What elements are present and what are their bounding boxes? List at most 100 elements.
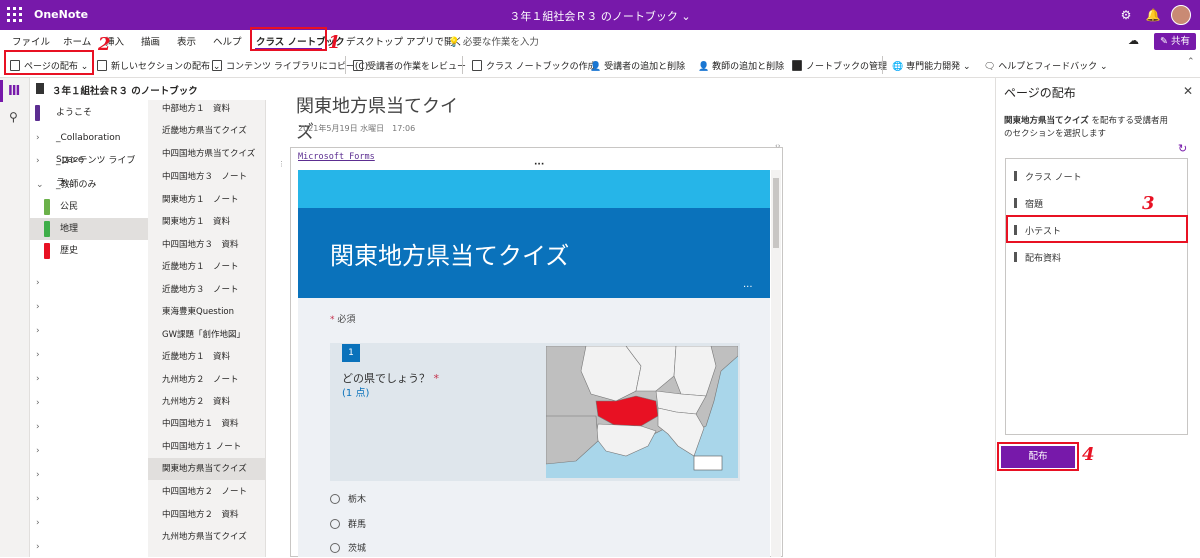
settings-gear-icon[interactable]: ⚙ [1118,7,1134,23]
section-item[interactable]: ⌄ _教師のみ [30,174,148,196]
page-item[interactable]: 中四国地方３ 資料 [148,234,266,256]
page-item[interactable]: 九州地方県当てクイズ [148,526,266,548]
page-item[interactable]: 東海豊東Question [148,301,266,323]
page-title[interactable]: 関東地方県当てクイズ [296,92,468,149]
tab-view[interactable]: 表示 [177,34,196,48]
forms-link[interactable]: Microsoft Forms [298,152,375,162]
help-feedback-button[interactable]: 🗨 ヘルプとフィードバック ⌄ [984,59,1108,72]
tell-me-box[interactable]: 💡 必要な作業を入力 [448,34,539,48]
chevron-right-icon[interactable]: › [36,488,40,510]
section-group[interactable]: › [30,464,148,486]
section-option[interactable]: 配布資料 [1014,251,1061,264]
tab-help[interactable]: ヘルプ [213,34,242,48]
section-group[interactable]: › [30,296,148,318]
chevron-right-icon[interactable]: › [36,368,40,390]
section-item[interactable]: 歴史 [30,240,148,262]
form-more-icon[interactable]: ··· [743,282,753,293]
section-group[interactable]: › [30,440,148,462]
page-item[interactable]: 関東地方１ 資料 [148,211,266,233]
section-group[interactable]: › [30,320,148,342]
notebook-header[interactable]: ３年１組社会Ｒ３ のノートブック ⌄ [30,78,266,100]
section-group[interactable]: › [30,536,148,558]
section-item[interactable]: 公民 [30,196,148,218]
chevron-right-icon[interactable]: › [36,272,40,294]
chevron-right-icon[interactable]: › [36,150,40,172]
close-icon[interactable]: ✕ [1183,84,1193,98]
search-icon[interactable]: ⚲ [9,110,18,124]
chevron-right-icon[interactable]: › [36,320,40,342]
chevron-right-icon[interactable]: › [36,344,40,366]
refresh-icon[interactable]: ↻ [1178,142,1187,155]
expand-icon[interactable]: ‹› [775,142,781,150]
section-group[interactable]: › [30,272,148,294]
page-item[interactable]: GW課題「創作地図」 [148,324,266,346]
section-item[interactable]: › _コンテンツ ライブラ... [30,150,148,188]
container-handle-icon[interactable]: ⋮ [278,160,285,168]
section-label: 公民 [60,202,79,212]
tab-home[interactable]: ホーム [63,34,91,48]
manage-notebooks-button[interactable]: ノートブックの管理 [792,59,887,72]
section-group[interactable]: › [30,368,148,390]
chevron-right-icon[interactable]: › [36,440,40,462]
notebook-title[interactable]: ３年１組社会Ｒ３ のノートブック ⌄ [0,8,1200,24]
chevron-right-icon[interactable]: › [36,392,40,414]
section-item[interactable]: ようこそ [30,102,148,124]
add-remove-students-button[interactable]: 👤 受講者の追加と削除 [590,59,685,72]
page-item[interactable]: 九州地方２ 資料 [148,391,266,413]
section-item-selected[interactable]: 地理 [30,218,148,240]
chevron-right-icon[interactable]: › [36,512,40,534]
page-item[interactable]: 近畿地方１ 資料 [148,346,266,368]
page-item[interactable]: 中四国地方２ 資料 [148,504,266,526]
section-group[interactable]: › [30,488,148,510]
answer-option[interactable]: 茨城 [330,541,366,554]
add-remove-teachers-button[interactable]: 👤 教師の追加と削除 [698,59,784,72]
collapse-ribbon-icon[interactable]: ⌃ [1187,57,1195,67]
section-option[interactable]: 宿題 [1014,197,1043,210]
notification-bell-icon[interactable]: 🔔 [1145,7,1161,23]
page-item-selected[interactable]: 関東地方県当てクイズ [148,458,266,480]
professional-development-button[interactable]: 🌐 専門能力開発 ⌄ [892,59,971,72]
page-item[interactable]: 中四国地方１ 資料 [148,413,266,435]
share-button[interactable]: ✎ 共有 [1154,33,1196,50]
radio-button[interactable] [330,494,340,504]
notebooks-icon[interactable]: Ⅲ [8,84,20,99]
radio-button[interactable] [330,519,340,529]
cloud-icon[interactable]: ☁ [1128,34,1139,47]
divider [882,56,883,74]
section-group[interactable]: › [30,512,148,534]
section-item[interactable]: › _Collaboration Space [30,127,148,165]
chevron-right-icon[interactable]: › [36,464,40,486]
distribute-section-button[interactable]: 新しいセクションの配布 ⌄ [97,59,220,72]
page-item[interactable]: 中部地方１ 資料 [148,98,266,120]
page-item[interactable]: 中四国地方２ ノート [148,481,266,503]
more-options-icon[interactable]: ··· [534,160,544,170]
page-item[interactable]: 近畿地方３ ノート [148,279,266,301]
chevron-right-icon[interactable]: › [36,296,40,318]
avatar[interactable] [1171,5,1191,25]
page-item[interactable]: 近畿地方１ ノート [148,256,266,278]
chevron-down-icon[interactable]: ⌄ [36,174,44,196]
page-item[interactable]: 九州地方２ ノート [148,369,266,391]
chevron-right-icon[interactable]: › [36,536,40,558]
page-item[interactable]: 関東地方１ ノート [148,189,266,211]
chevron-right-icon[interactable]: › [36,127,40,149]
tab-file[interactable]: ファイル [12,34,50,48]
create-class-notebook-button[interactable]: クラス ノートブックの作成 [472,59,597,72]
answer-option[interactable]: 群馬 [330,517,366,530]
section-label: 地理 [60,224,79,234]
section-group[interactable]: › [30,392,148,414]
scroll-thumb[interactable] [773,178,779,248]
chevron-right-icon[interactable]: › [36,416,40,438]
answer-option[interactable]: 栃木 [330,492,366,505]
section-group[interactable]: › [30,344,148,366]
radio-button[interactable] [330,543,340,553]
section-group[interactable]: › [30,416,148,438]
page-item[interactable]: 中四国地方１ ノート [148,436,266,458]
page-item[interactable]: 中四国地方県当てクイズ [148,143,266,165]
section-option[interactable]: クラス ノート [1014,170,1082,183]
review-student-work-button[interactable]: 受講者の作業をレビュー [353,59,466,72]
page-item[interactable]: 近畿地方県当てクイズ [148,120,266,142]
tab-open-desktop[interactable]: デスクトップ アプリで開く [346,34,463,48]
page-item[interactable]: 中四国地方３ ノート [148,166,266,188]
tab-draw[interactable]: 描画 [141,34,160,48]
